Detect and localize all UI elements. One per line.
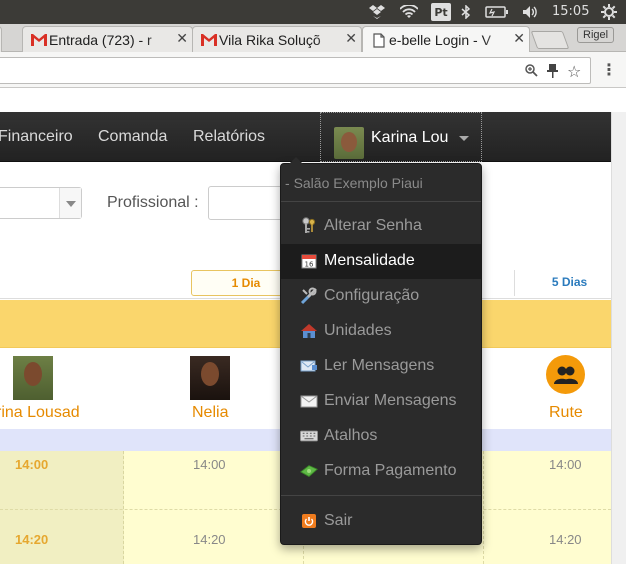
bluetooth-icon[interactable] (458, 0, 474, 24)
staff-name: rina Lousad (0, 404, 80, 421)
address-bar[interactable]: ☆ (0, 57, 591, 84)
staff-name: Nelia (192, 404, 229, 421)
dropbox-icon[interactable] (366, 0, 388, 24)
tab-title: Vila Rika Soluçõ (219, 32, 321, 48)
page-scrollbar[interactable] (611, 112, 626, 564)
menu-item-configuracao[interactable]: Configuração (281, 279, 481, 314)
gmail-icon (31, 32, 47, 48)
new-tab-button[interactable] (530, 31, 570, 49)
profile-button[interactable]: Rigel (577, 27, 615, 43)
house-icon (300, 322, 318, 340)
menu-item-mensalidade[interactable]: 16 Mensalidade (281, 244, 481, 279)
envelope-icon (300, 392, 318, 410)
browser-toolbar: ☆ ⋮ (0, 52, 626, 88)
time-slot[interactable]: 14:00 (549, 457, 582, 472)
menu-item-atalhos[interactable]: Atalhos (281, 419, 481, 454)
staff-name-rute[interactable]: Rute (549, 404, 583, 422)
tab-title: e-belle Login - V (389, 32, 491, 48)
web-page: Financeiro Comanda Relatórios Karina Lou… (0, 89, 626, 564)
menu-item-forma-pagamento[interactable]: Forma Pagamento (281, 454, 481, 489)
tools-icon (300, 287, 318, 305)
chevron-down-icon[interactable] (59, 188, 81, 218)
staff-photo (13, 356, 53, 400)
time-label: 14:00 (15, 457, 49, 472)
time-slot[interactable]: 14:20 (549, 532, 582, 547)
pin-extension-icon[interactable] (547, 64, 558, 82)
keyboard-language-icon[interactable]: Pt (431, 3, 451, 21)
browser-menu-icon[interactable]: ⋮ (601, 60, 617, 79)
clock[interactable]: 15:05 (552, 0, 589, 24)
user-name: Karina Lou (371, 129, 449, 146)
menu-item-alterar-senha[interactable]: Alterar Senha (281, 209, 481, 244)
close-icon[interactable]: ✕ (513, 31, 525, 47)
nav-comanda[interactable]: Comanda (98, 128, 167, 146)
tab-vila-rika[interactable]: Vila Rika Soluçõ ✕ (192, 26, 362, 52)
keys-icon (300, 217, 318, 235)
tab-ebelle-login[interactable]: e-belle Login - V ✕ (362, 26, 530, 52)
staff-photo (190, 356, 230, 400)
menu-item-enviar-mensagens[interactable]: Enviar Mensagens (281, 384, 481, 419)
volume-icon[interactable] (520, 0, 542, 24)
nav-relatorios[interactable]: Relatórios (193, 128, 265, 146)
money-icon (300, 462, 318, 480)
avatar (334, 127, 364, 159)
settings-gear-icon[interactable] (598, 0, 620, 24)
profissional-label: Profissional : (107, 194, 199, 211)
calendar-icon: 16 (300, 252, 318, 270)
close-icon[interactable]: ✕ (176, 31, 188, 47)
group-icon (546, 355, 585, 394)
time-slot[interactable]: 14:00 (193, 457, 226, 472)
user-dropdown-menu: - Salão Exemplo Piaui Alterar Senha 16 M… (280, 157, 482, 545)
nav-financeiro[interactable]: Financeiro (0, 128, 73, 146)
unit-select[interactable] (0, 187, 82, 219)
logout-icon (300, 512, 318, 530)
close-icon[interactable]: ✕ (345, 31, 357, 47)
browser-tab-strip: ✕ Entrada (723) - r ✕ Vila Rika Soluçõ ✕… (0, 24, 626, 52)
wifi-icon[interactable] (397, 0, 421, 24)
chevron-down-icon (459, 136, 469, 141)
menu-item-unidades[interactable]: Unidades (281, 314, 481, 349)
profissional-input[interactable] (208, 186, 288, 220)
tab-title: Entrada (723) - r (49, 32, 152, 48)
tab-5-dias[interactable]: 5 Dias (514, 270, 624, 296)
os-top-panel: Pt 15:05 (0, 0, 626, 24)
svg-text:16: 16 (305, 261, 314, 269)
top-navbar: Financeiro Comanda Relatórios Karina Lou (0, 112, 611, 162)
tab-partial[interactable]: ✕ (0, 26, 2, 52)
zoom-icon[interactable] (525, 64, 538, 81)
user-menu-toggle[interactable]: Karina Lou (320, 112, 482, 162)
tab-gmail-inbox[interactable]: Entrada (723) - r ✕ (22, 26, 193, 52)
salon-name: Salão Exemplo Piaui (293, 175, 423, 191)
time-label: 14:20 (15, 532, 49, 547)
time-slot[interactable]: 14:20 (193, 532, 226, 547)
bookmark-star-icon[interactable]: ☆ (567, 62, 581, 81)
gmail-icon (201, 32, 217, 48)
message-read-icon (300, 357, 318, 375)
battery-icon[interactable] (483, 0, 511, 24)
document-icon (371, 32, 387, 48)
menu-item-sair[interactable]: Sair (281, 504, 481, 539)
keyboard-icon (300, 427, 318, 445)
dropdown-header: - Salão Exemplo Piaui (285, 175, 423, 191)
menu-item-ler-mensagens[interactable]: Ler Mensagens (281, 349, 481, 384)
